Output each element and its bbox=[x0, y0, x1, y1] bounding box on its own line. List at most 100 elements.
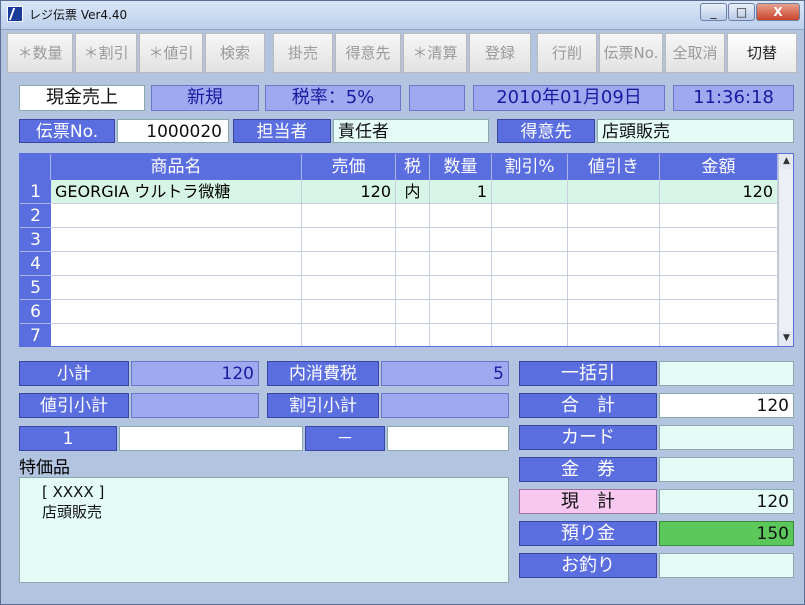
toolbar-qty-button[interactable]: ＊数量 bbox=[7, 33, 73, 73]
grid-cell-price[interactable] bbox=[302, 300, 396, 324]
grid-cell-amount[interactable] bbox=[660, 276, 778, 300]
grid-cell-name[interactable] bbox=[51, 276, 302, 300]
grid-cell-qty[interactable] bbox=[430, 300, 492, 324]
grid-cell-tax[interactable] bbox=[396, 276, 430, 300]
grid-cell-qty[interactable] bbox=[430, 228, 492, 252]
grid-cell-disc-pct[interactable] bbox=[492, 276, 568, 300]
grid-cell-amount[interactable] bbox=[660, 324, 778, 346]
grid-header-tax[interactable]: 税 bbox=[396, 154, 430, 180]
tax-rate-display: 税率：5% bbox=[265, 85, 401, 111]
grid-cell-tax[interactable] bbox=[396, 300, 430, 324]
grid-cell-name[interactable] bbox=[51, 204, 302, 228]
items-grid: 商品名 売価 税 数量 割引% 値引き 金額 1 GEORGIA ウルトラ微糖 12… bbox=[19, 153, 794, 347]
grid-cell-tax[interactable]: 内 bbox=[396, 180, 430, 204]
row-number[interactable]: 3 bbox=[20, 228, 51, 252]
mode-display: 現金売上 bbox=[19, 85, 145, 111]
scroll-down-icon[interactable]: ▼ bbox=[779, 331, 793, 346]
grid-cell-disc[interactable] bbox=[568, 324, 660, 346]
grid-cell-qty[interactable] bbox=[430, 204, 492, 228]
toolbar-delete-row-button[interactable]: 行削 bbox=[537, 33, 597, 73]
grid-cell-amount[interactable] bbox=[660, 228, 778, 252]
grid-header-disc-pct[interactable]: 割引% bbox=[492, 154, 568, 180]
grid-header-name[interactable]: 商品名 bbox=[51, 154, 302, 180]
grid-cell-name[interactable] bbox=[51, 300, 302, 324]
row-number[interactable]: 7 bbox=[20, 324, 51, 346]
grid-cell-disc-pct[interactable] bbox=[492, 252, 568, 276]
grid-cell-disc-pct[interactable] bbox=[492, 228, 568, 252]
grid-cell-name[interactable] bbox=[51, 228, 302, 252]
toolbar-customer-button[interactable]: 得意先 bbox=[335, 33, 401, 73]
row-number[interactable]: 2 bbox=[20, 204, 51, 228]
grid-cell-disc-pct[interactable] bbox=[492, 204, 568, 228]
grid-cell-price[interactable] bbox=[302, 324, 396, 346]
grid-cell-tax[interactable] bbox=[396, 252, 430, 276]
grid-cell-disc[interactable] bbox=[568, 228, 660, 252]
toolbar-switch-button[interactable]: 切替 bbox=[727, 33, 797, 73]
grid-cell-name[interactable] bbox=[51, 324, 302, 346]
grid-cell-amount[interactable] bbox=[660, 204, 778, 228]
grid-header-disc[interactable]: 値引き bbox=[568, 154, 660, 180]
grid-cell-disc[interactable] bbox=[568, 252, 660, 276]
toolbar: ＊数量 ＊割引 ＊値引 検索 掛売 得意先 ＊清算 登録 行削 伝票No. 全取… bbox=[7, 33, 798, 75]
grid-cell-qty[interactable]: 1 bbox=[430, 180, 492, 204]
toolbar-credit-sale-button[interactable]: 掛売 bbox=[273, 33, 333, 73]
toolbar-search-button[interactable]: 検索 bbox=[205, 33, 265, 73]
dash-field[interactable] bbox=[387, 426, 509, 451]
grid-cell-disc[interactable] bbox=[568, 204, 660, 228]
special-items-memo[interactable]: [ XXXX ] 店頭販売 bbox=[19, 477, 509, 583]
grid-cell-qty[interactable] bbox=[430, 252, 492, 276]
maximize-button[interactable]: □ bbox=[728, 3, 755, 21]
customer-field[interactable]: 店頭販売 bbox=[597, 119, 794, 143]
grid-cell-name[interactable] bbox=[51, 252, 302, 276]
deposit-field[interactable]: 150 bbox=[659, 521, 794, 546]
title-bar[interactable]: レジ伝票 Ver4.40 _ □ X bbox=[1, 1, 804, 30]
toolbar-discount-button[interactable]: ＊値引 bbox=[139, 33, 203, 73]
card-field[interactable] bbox=[659, 425, 794, 450]
grid-cell-amount[interactable]: 120 bbox=[660, 180, 778, 204]
scroll-up-icon[interactable]: ▲ bbox=[779, 154, 793, 169]
deposit-label: 預り金 bbox=[519, 521, 657, 546]
grid-cell-tax[interactable] bbox=[396, 228, 430, 252]
grid-cell-qty[interactable] bbox=[430, 324, 492, 346]
grid-scrollbar[interactable]: ▲ ▼ bbox=[778, 154, 793, 346]
toolbar-settle-button[interactable]: ＊清算 bbox=[403, 33, 467, 73]
grid-cell-price[interactable] bbox=[302, 204, 396, 228]
grid-cell-disc-pct[interactable] bbox=[492, 180, 568, 204]
grid-header-qty[interactable]: 数量 bbox=[430, 154, 492, 180]
bulk-discount-field[interactable] bbox=[659, 361, 794, 386]
grid-cell-price[interactable] bbox=[302, 252, 396, 276]
grid-cell-disc-pct[interactable] bbox=[492, 324, 568, 346]
app-icon bbox=[7, 6, 23, 22]
voucher-field[interactable] bbox=[659, 457, 794, 482]
card-label: カード bbox=[519, 425, 657, 450]
staff-field[interactable]: 責任者 bbox=[333, 119, 489, 143]
grid-cell-amount[interactable] bbox=[660, 252, 778, 276]
grid-cell-disc-pct[interactable] bbox=[492, 300, 568, 324]
grid-cell-amount[interactable] bbox=[660, 300, 778, 324]
row-number[interactable]: 1 bbox=[20, 180, 51, 204]
grid-header-amount[interactable]: 金額 bbox=[660, 154, 778, 180]
row-number[interactable]: 4 bbox=[20, 252, 51, 276]
grid-cell-disc[interactable] bbox=[568, 180, 660, 204]
toolbar-register-button[interactable]: 登録 bbox=[469, 33, 531, 73]
grid-cell-qty[interactable] bbox=[430, 276, 492, 300]
grid-cell-price[interactable] bbox=[302, 228, 396, 252]
row-number[interactable]: 6 bbox=[20, 300, 51, 324]
grid-cell-disc[interactable] bbox=[568, 276, 660, 300]
grid-cell-name[interactable]: GEORGIA ウルトラ微糖 bbox=[51, 180, 302, 204]
grid-cell-tax[interactable] bbox=[396, 204, 430, 228]
page-field[interactable] bbox=[119, 426, 303, 451]
slip-no-field[interactable]: 1000020 bbox=[117, 119, 229, 143]
row-number[interactable]: 5 bbox=[20, 276, 51, 300]
toolbar-cancel-all-button[interactable]: 全取消 bbox=[665, 33, 725, 73]
grid-cell-disc[interactable] bbox=[568, 300, 660, 324]
close-button[interactable]: X bbox=[756, 3, 800, 21]
grid-header-price[interactable]: 売価 bbox=[302, 154, 396, 180]
toolbar-discount-pct-button[interactable]: ＊割引 bbox=[75, 33, 137, 73]
grid-cell-tax[interactable] bbox=[396, 324, 430, 346]
minimize-button[interactable]: _ bbox=[700, 3, 727, 21]
toolbar-slip-no-button[interactable]: 伝票No. bbox=[599, 33, 663, 73]
blank-display bbox=[409, 85, 465, 111]
grid-cell-price[interactable]: 120 bbox=[302, 180, 396, 204]
grid-cell-price[interactable] bbox=[302, 276, 396, 300]
